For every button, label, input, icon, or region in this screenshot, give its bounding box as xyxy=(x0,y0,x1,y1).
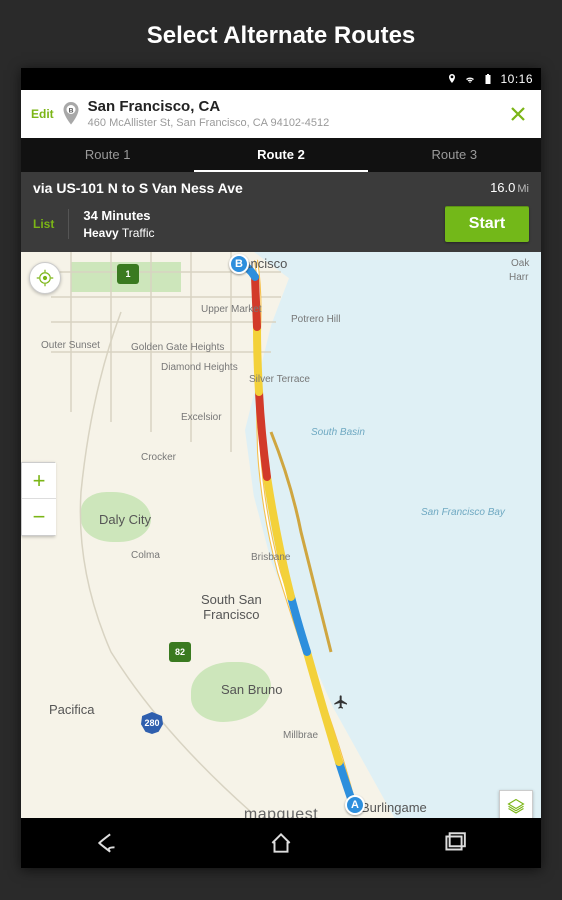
page-title: Select Alternate Routes xyxy=(0,0,562,68)
label-city: Pacifica xyxy=(49,702,95,717)
marker-a[interactable]: A xyxy=(345,795,365,815)
label-water: San Francisco Bay xyxy=(421,507,505,518)
tab-route-1[interactable]: Route 1 xyxy=(21,138,194,172)
battery-icon xyxy=(482,73,494,85)
shield-us-1: 1 xyxy=(117,264,139,284)
label-city: Burlingame xyxy=(361,800,427,815)
route-minutes: 34 Minutes xyxy=(83,207,431,225)
label-area: Outer Sunset xyxy=(41,340,100,351)
label-city: Daly City xyxy=(99,512,151,527)
status-bar: 10:16 xyxy=(21,68,541,90)
wifi-icon xyxy=(464,73,476,85)
label-area: Potrero Hill xyxy=(291,314,340,325)
label-area: Upper Market xyxy=(201,304,262,315)
android-navbar xyxy=(21,818,541,868)
label-area: Brisbane xyxy=(251,552,290,563)
label-area: Colma xyxy=(131,550,160,561)
label-area: Excelsior xyxy=(181,412,222,423)
marker-b[interactable]: B xyxy=(229,254,249,274)
zoom-control: + − xyxy=(21,462,55,536)
back-icon[interactable] xyxy=(95,830,121,856)
map-canvas[interactable]: Francisco Upper Market Potrero Hill Oute… xyxy=(21,252,541,836)
zoom-in-button[interactable]: + xyxy=(22,463,56,499)
label-area: Harr xyxy=(509,272,528,283)
label-area: Silver Terrace xyxy=(249,374,310,385)
label-area: Crocker xyxy=(141,452,176,463)
route-distance: 16.0Mi xyxy=(490,180,529,195)
destination-city: San Francisco, CA xyxy=(88,99,497,116)
label-area: Millbrae xyxy=(283,730,318,741)
clock: 10:16 xyxy=(500,72,533,86)
shield-us-82: 82 xyxy=(169,642,191,662)
zoom-out-button[interactable]: − xyxy=(22,499,56,535)
home-icon[interactable] xyxy=(268,830,294,856)
location-pin-icon xyxy=(446,73,458,85)
divider xyxy=(68,209,69,239)
route-tabs: Route 1 Route 2 Route 3 xyxy=(21,138,541,172)
svg-text:B: B xyxy=(68,108,73,115)
locate-button[interactable] xyxy=(29,262,61,294)
label-city: San Bruno xyxy=(221,682,282,697)
list-button[interactable]: List xyxy=(33,217,54,231)
label-city: South San Francisco xyxy=(201,592,262,622)
destination-pin-icon: B xyxy=(62,102,80,126)
label-area: Oak xyxy=(511,258,529,269)
route-summary: via US-101 N to S Van Ness Ave 16.0Mi Li… xyxy=(21,172,541,252)
close-button[interactable] xyxy=(505,101,531,127)
tab-route-3[interactable]: Route 3 xyxy=(368,138,541,172)
label-area: Diamond Heights xyxy=(161,362,238,373)
route-traffic: Heavy Traffic xyxy=(83,225,431,241)
route-via-text: via US-101 N to S Van Ness Ave xyxy=(33,180,529,196)
destination-bar: Edit B San Francisco, CA 460 McAllister … xyxy=(21,90,541,138)
start-button[interactable]: Start xyxy=(445,206,529,242)
airplane-icon xyxy=(333,694,349,710)
phone-frame: 10:16 Edit B San Francisco, CA 460 McAll… xyxy=(21,68,541,868)
tab-route-2[interactable]: Route 2 xyxy=(194,138,367,172)
recent-icon[interactable] xyxy=(441,830,467,856)
label-area: Golden Gate Heights xyxy=(131,342,224,353)
edit-button[interactable]: Edit xyxy=(31,107,54,121)
destination-address: 460 McAllister St, San Francisco, CA 941… xyxy=(88,117,497,129)
label-water: South Basin xyxy=(311,427,365,438)
